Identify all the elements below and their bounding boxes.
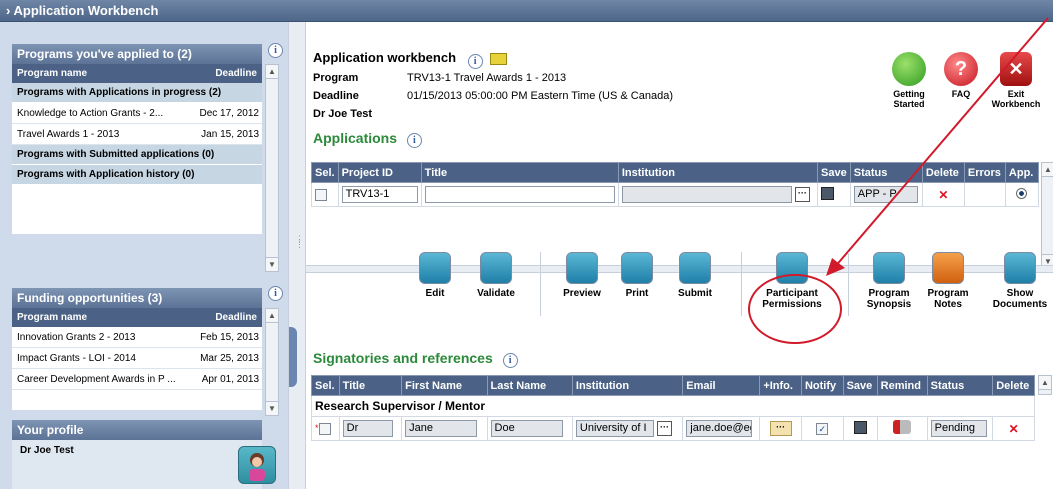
- cell-email: jane.doe@egra: [682, 416, 761, 441]
- cell-notify: ✓: [800, 416, 844, 441]
- signatories-title-text: Signatories and references: [313, 350, 493, 366]
- col-save[interactable]: Save: [842, 375, 878, 396]
- notes-label: Program Notes: [927, 288, 969, 310]
- cell-sel: *: [311, 416, 340, 441]
- signatories-table: Sel. Title First Name Last Name Institut…: [311, 375, 1035, 441]
- group-research-supervisor: Research Supervisor / Mentor: [311, 395, 1035, 417]
- col-status[interactable]: Status: [926, 375, 994, 396]
- documents-icon: [1004, 252, 1036, 284]
- notes-info-icon: [932, 252, 964, 284]
- more-info-icon[interactable]: ···: [769, 421, 792, 436]
- signatories-title: Signatories and references i: [313, 350, 518, 368]
- cell-remind: [876, 416, 928, 441]
- col-last-name[interactable]: Last Name: [486, 375, 573, 396]
- remind-mailbox-icon[interactable]: [893, 420, 912, 434]
- select-checkbox[interactable]: [318, 422, 331, 435]
- cell-last-name: Doe: [486, 416, 573, 441]
- institution-field[interactable]: University of I: [575, 420, 654, 437]
- col-remind[interactable]: Remind: [876, 375, 928, 396]
- col-delete[interactable]: Delete: [992, 375, 1035, 396]
- synopsis-label: Program Synopsis: [866, 288, 912, 310]
- signatories-scrollbar[interactable]: ▲: [1038, 375, 1052, 395]
- program-notes-button[interactable]: Program Notes: [920, 252, 976, 310]
- synopsis-icon: [873, 252, 905, 284]
- col-info[interactable]: +Info.: [759, 375, 802, 396]
- col-email[interactable]: Email: [682, 375, 761, 396]
- cell-save: [842, 416, 878, 441]
- scroll-up-icon[interactable]: ▲: [1039, 376, 1051, 390]
- first-name-field[interactable]: Jane: [405, 420, 478, 437]
- show-docs-label: Show Documents: [992, 288, 1048, 310]
- col-first-name[interactable]: First Name: [401, 375, 488, 396]
- notify-checkbox[interactable]: ✓: [816, 422, 829, 435]
- col-notify[interactable]: Notify: [800, 375, 844, 396]
- table-row: * Dr Jane Doe University of I ··· jane.d…: [311, 416, 1035, 441]
- lookup-icon[interactable]: ···: [656, 421, 672, 436]
- program-synopsis-button[interactable]: Program Synopsis: [860, 252, 918, 310]
- email-field[interactable]: jane.doe@egra: [686, 420, 753, 437]
- info-icon[interactable]: i: [502, 353, 518, 368]
- cell-info: ···: [759, 416, 802, 441]
- table-group-row: Research Supervisor / Mentor: [311, 395, 1035, 417]
- table-header-row: Sel. Title First Name Last Name Institut…: [311, 375, 1035, 396]
- save-disk-icon[interactable]: [853, 420, 867, 434]
- cell-status: Pending: [926, 416, 994, 441]
- cell-delete: ✕: [992, 416, 1035, 441]
- cell-title: Dr: [338, 416, 403, 441]
- cell-institution: University of I ···: [571, 416, 684, 441]
- status-field: Pending: [930, 420, 987, 437]
- title-field[interactable]: Dr: [342, 420, 393, 437]
- col-institution[interactable]: Institution: [571, 375, 684, 396]
- col-title[interactable]: Title: [338, 375, 403, 396]
- show-documents-button[interactable]: Show Documents: [990, 252, 1050, 310]
- col-sel[interactable]: Sel.: [311, 375, 340, 396]
- delete-icon[interactable]: ✕: [1009, 422, 1019, 436]
- toolbar-divider: [848, 252, 849, 316]
- last-name-field[interactable]: Doe: [490, 420, 563, 437]
- cell-first-name: Jane: [401, 416, 488, 441]
